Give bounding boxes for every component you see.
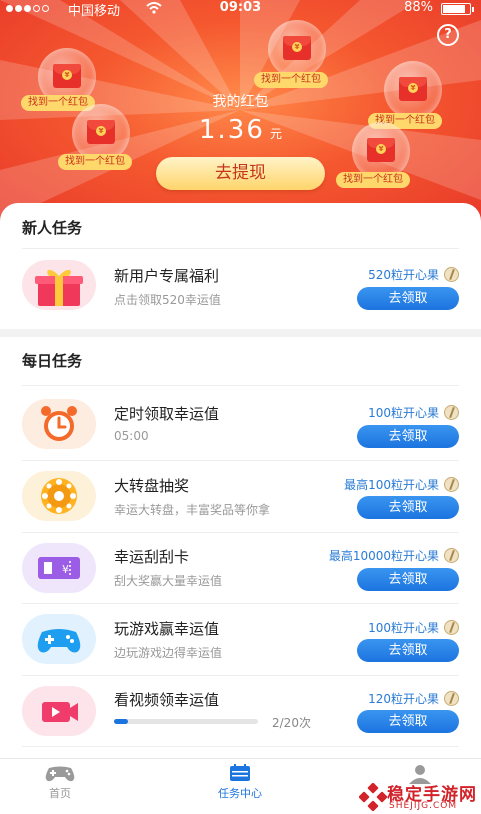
task-reward: 最高100粒开心果 [344,478,439,492]
pistachio-icon [444,620,459,635]
tab-task-center[interactable]: 任务中心 [195,759,285,814]
divider [22,746,459,747]
divider [22,248,459,249]
task-title: 看视频领幸运值 [114,691,220,709]
task-title: 大转盘抽奖 [114,477,190,495]
task-subtitle: 边玩游戏边得幸运值 [114,646,223,660]
alarm-clock-icon [22,399,96,449]
daily-section-title: 每日任务 [22,352,83,370]
hongbao-header: 中国移动 09:03 88% ? ¥ 找到一个红包 ¥ 找到一个红包 ¥ 找到一… [0,0,481,222]
tab-label: 任务中心 [218,787,262,800]
help-button[interactable]: ? [437,24,459,46]
red-envelope-icon: ¥ [53,64,81,88]
found-hongbao-tag[interactable]: 找到一个红包 [254,72,328,88]
task-subtitle: 05:00 [114,429,149,443]
task-title: 幸运刮刮卡 [114,548,190,566]
newbie-section-title: 新人任务 [22,219,83,237]
pistachio-icon [444,691,459,706]
status-bar: 中国移动 09:03 88% [0,0,481,19]
section-divider [0,329,481,337]
divider [22,532,459,533]
watermark-logo-icon [359,783,387,811]
pistachio-icon [444,477,459,492]
gift-icon [22,260,96,310]
watermark-url: SHEJIJG.COM [389,801,458,811]
divider [22,603,459,604]
tab-label: 首页 [49,787,71,800]
pistachio-icon [444,405,459,420]
scratch-card-icon: ¥ [22,543,96,593]
claim-button[interactable]: 去领取 [357,568,459,591]
claim-button[interactable]: 去领取 [357,287,459,310]
task-title: 定时领取幸运值 [114,405,220,423]
divider [22,385,459,386]
gamepad-icon [45,766,75,782]
battery-percentage: 88% [404,0,433,15]
found-hongbao-tag[interactable]: 找到一个红包 [58,154,132,170]
withdraw-button[interactable]: 去提现 [156,157,325,190]
calendar-icon [230,764,250,781]
task-subtitle: 刮大奖赢大量幸运值 [114,574,223,588]
task-title: 玩游戏赢幸运值 [114,620,220,638]
battery-icon [441,3,474,15]
divider [22,675,459,676]
task-card: 新人任务 新用户专属福利 点击领取520幸运值 520粒开心果 去领取 每日任务… [0,203,481,758]
task-reward: 120粒开心果 [368,692,439,706]
video-camera-icon [22,686,96,736]
claim-button[interactable]: 去领取 [357,496,459,519]
task-subtitle: 幸运大转盘，丰富奖品等你拿 [114,503,271,517]
divider [22,460,459,461]
claim-button[interactable]: 去领取 [357,710,459,733]
found-hongbao-tag[interactable]: 找到一个红包 [336,172,410,188]
progress-count: 2/20次 [272,716,311,730]
task-subtitle: 点击领取520幸运值 [114,293,221,307]
task-reward: 最高10000粒开心果 [328,549,439,563]
claim-button[interactable]: 去领取 [357,639,459,662]
task-reward: 100粒开心果 [368,406,439,420]
claim-button[interactable]: 去领取 [357,425,459,448]
amount-unit: 元 [269,127,282,141]
my-hongbao-label: 我的红包 [212,94,269,110]
task-title: 新用户专属福利 [114,267,220,285]
task-reward: 100粒开心果 [368,621,439,635]
hongbao-amount: 1.36 元 [0,115,481,145]
amount-value: 1.36 [199,115,265,145]
gamepad-icon [22,614,96,664]
lucky-wheel-icon [22,471,96,521]
task-reward: 520粒开心果 [368,268,439,282]
video-progress-bar [114,719,258,724]
svg-text:¥: ¥ [62,563,69,576]
red-envelope-icon: ¥ [283,36,311,60]
floating-hongbao[interactable]: ¥ [268,20,326,78]
pistachio-icon [444,267,459,282]
site-watermark: 稳定手游网 SHEJIJG.COM [357,779,481,814]
progress-fill [114,719,129,724]
tab-home[interactable]: 首页 [15,759,105,814]
pistachio-icon [444,548,459,563]
